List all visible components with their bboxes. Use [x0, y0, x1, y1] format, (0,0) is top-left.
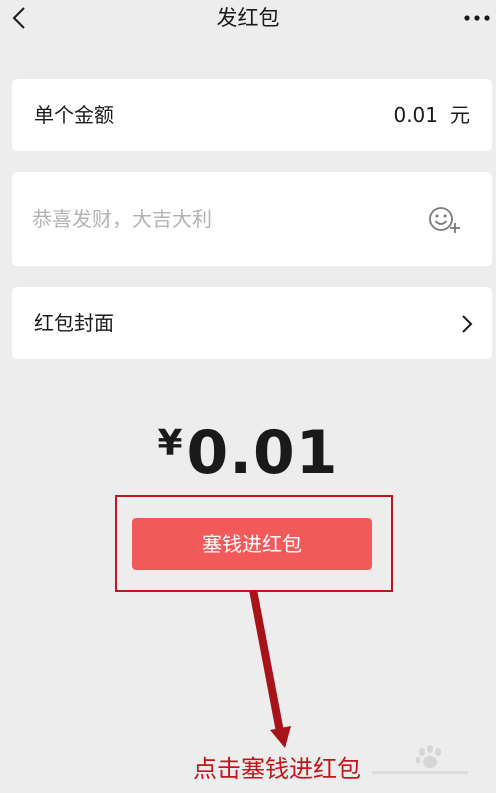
annotation-text: 点击塞钱进红包 — [193, 755, 361, 783]
total-value: 0.01 — [186, 418, 339, 488]
greeting-input[interactable] — [32, 205, 412, 233]
currency-symbol: ¥ — [157, 423, 183, 464]
cover-label: 红包封面 — [34, 311, 114, 335]
chevron-right-icon — [462, 315, 473, 333]
amount-unit: 元 — [450, 103, 470, 127]
more-dots-icon[interactable] — [462, 10, 492, 26]
cover-row[interactable]: 红包封面 — [12, 287, 492, 359]
top-bar: 发红包 — [0, 0, 496, 40]
amount-card[interactable]: 单个金额 0.01 元 — [12, 79, 492, 151]
total-amount: ¥0.01 — [0, 418, 496, 488]
amount-field[interactable]: 0.01 元 — [393, 103, 470, 127]
greeting-card — [12, 172, 492, 266]
emoji-add-icon[interactable] — [428, 205, 462, 235]
page-title: 发红包 — [216, 6, 280, 30]
amount-label: 单个金额 — [34, 103, 114, 127]
submit-button[interactable]: 塞钱进红包 — [132, 518, 372, 570]
amount-value: 0.01 — [393, 103, 438, 127]
baidu-watermark-icon — [372, 745, 468, 774]
